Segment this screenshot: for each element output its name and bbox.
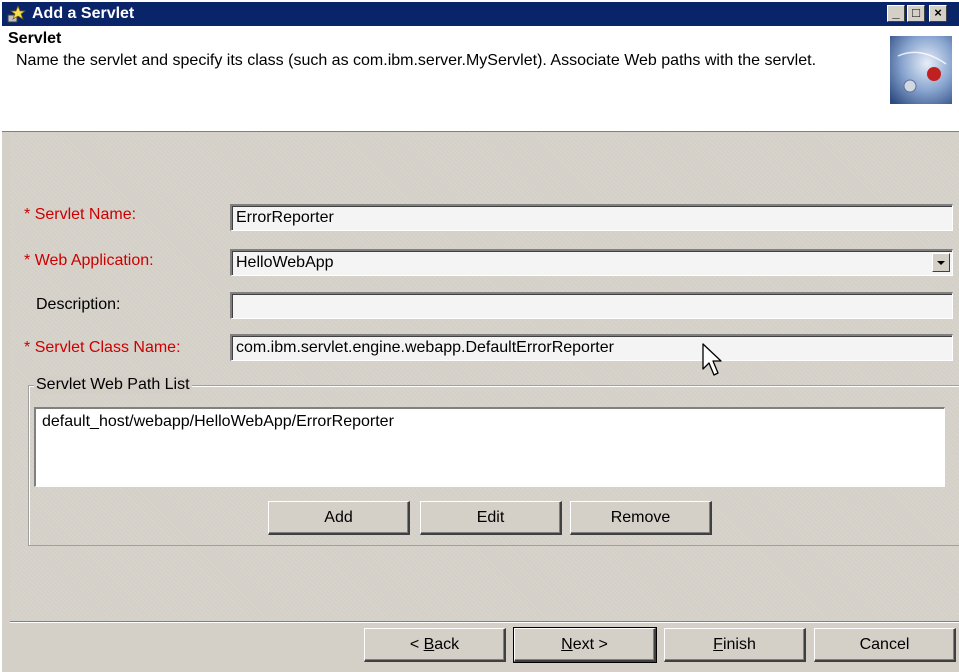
title-bar[interactable]: Add a Servlet _ □ ×: [2, 2, 959, 26]
servlet-app-icon: [7, 5, 26, 23]
back-button[interactable]: < Back: [364, 628, 506, 662]
servlet-class-name-label: * Servlet Class Name:: [24, 339, 181, 356]
add-servlet-dialog: Add a Servlet _ □ × Servlet Name the ser…: [0, 0, 959, 672]
minimize-button[interactable]: _: [887, 5, 905, 22]
servlet-class-name-field[interactable]: com.ibm.servlet.engine.webapp.DefaultErr…: [230, 334, 953, 361]
required-marker: *: [24, 339, 31, 356]
web-application-label: * Web Application:: [24, 252, 154, 269]
minimize-icon: _: [892, 5, 900, 20]
required-marker: *: [24, 252, 31, 269]
dropdown-arrow-icon[interactable]: [932, 253, 950, 272]
remove-path-button[interactable]: Remove: [570, 501, 712, 535]
mouse-cursor-icon: [702, 343, 722, 376]
description-field[interactable]: [230, 292, 953, 319]
edit-path-button[interactable]: Edit: [420, 501, 562, 535]
next-button[interactable]: Next >: [513, 627, 657, 663]
finish-button[interactable]: Finish: [664, 628, 806, 662]
cancel-button[interactable]: Cancel: [814, 628, 956, 662]
close-icon: ×: [934, 5, 942, 20]
maximize-button[interactable]: □: [907, 5, 925, 22]
wizard-graphic-icon: [890, 36, 952, 104]
maximize-icon: □: [912, 5, 920, 20]
close-button[interactable]: ×: [929, 5, 947, 22]
servlet-name-field[interactable]: ErrorReporter: [230, 204, 953, 231]
required-marker: *: [24, 206, 31, 223]
list-item[interactable]: default_host/webapp/HelloWebApp/ErrorRep…: [42, 413, 938, 431]
web-application-value: HelloWebApp: [236, 254, 334, 271]
web-path-list[interactable]: default_host/webapp/HelloWebApp/ErrorRep…: [34, 407, 945, 487]
footer-separator: [10, 621, 959, 623]
window-title: Add a Servlet: [32, 5, 135, 22]
wizard-header: Servlet Name the servlet and specify its…: [2, 26, 959, 132]
web-application-select[interactable]: HelloWebApp: [230, 249, 953, 276]
web-path-list-legend: Servlet Web Path List: [34, 376, 192, 394]
page-title: Servlet: [8, 30, 62, 47]
servlet-name-label: * Servlet Name:: [24, 206, 137, 223]
page-description: Name the servlet and specify its class (…: [16, 52, 817, 69]
add-path-button[interactable]: Add: [268, 501, 410, 535]
description-label: Description:: [36, 296, 121, 313]
